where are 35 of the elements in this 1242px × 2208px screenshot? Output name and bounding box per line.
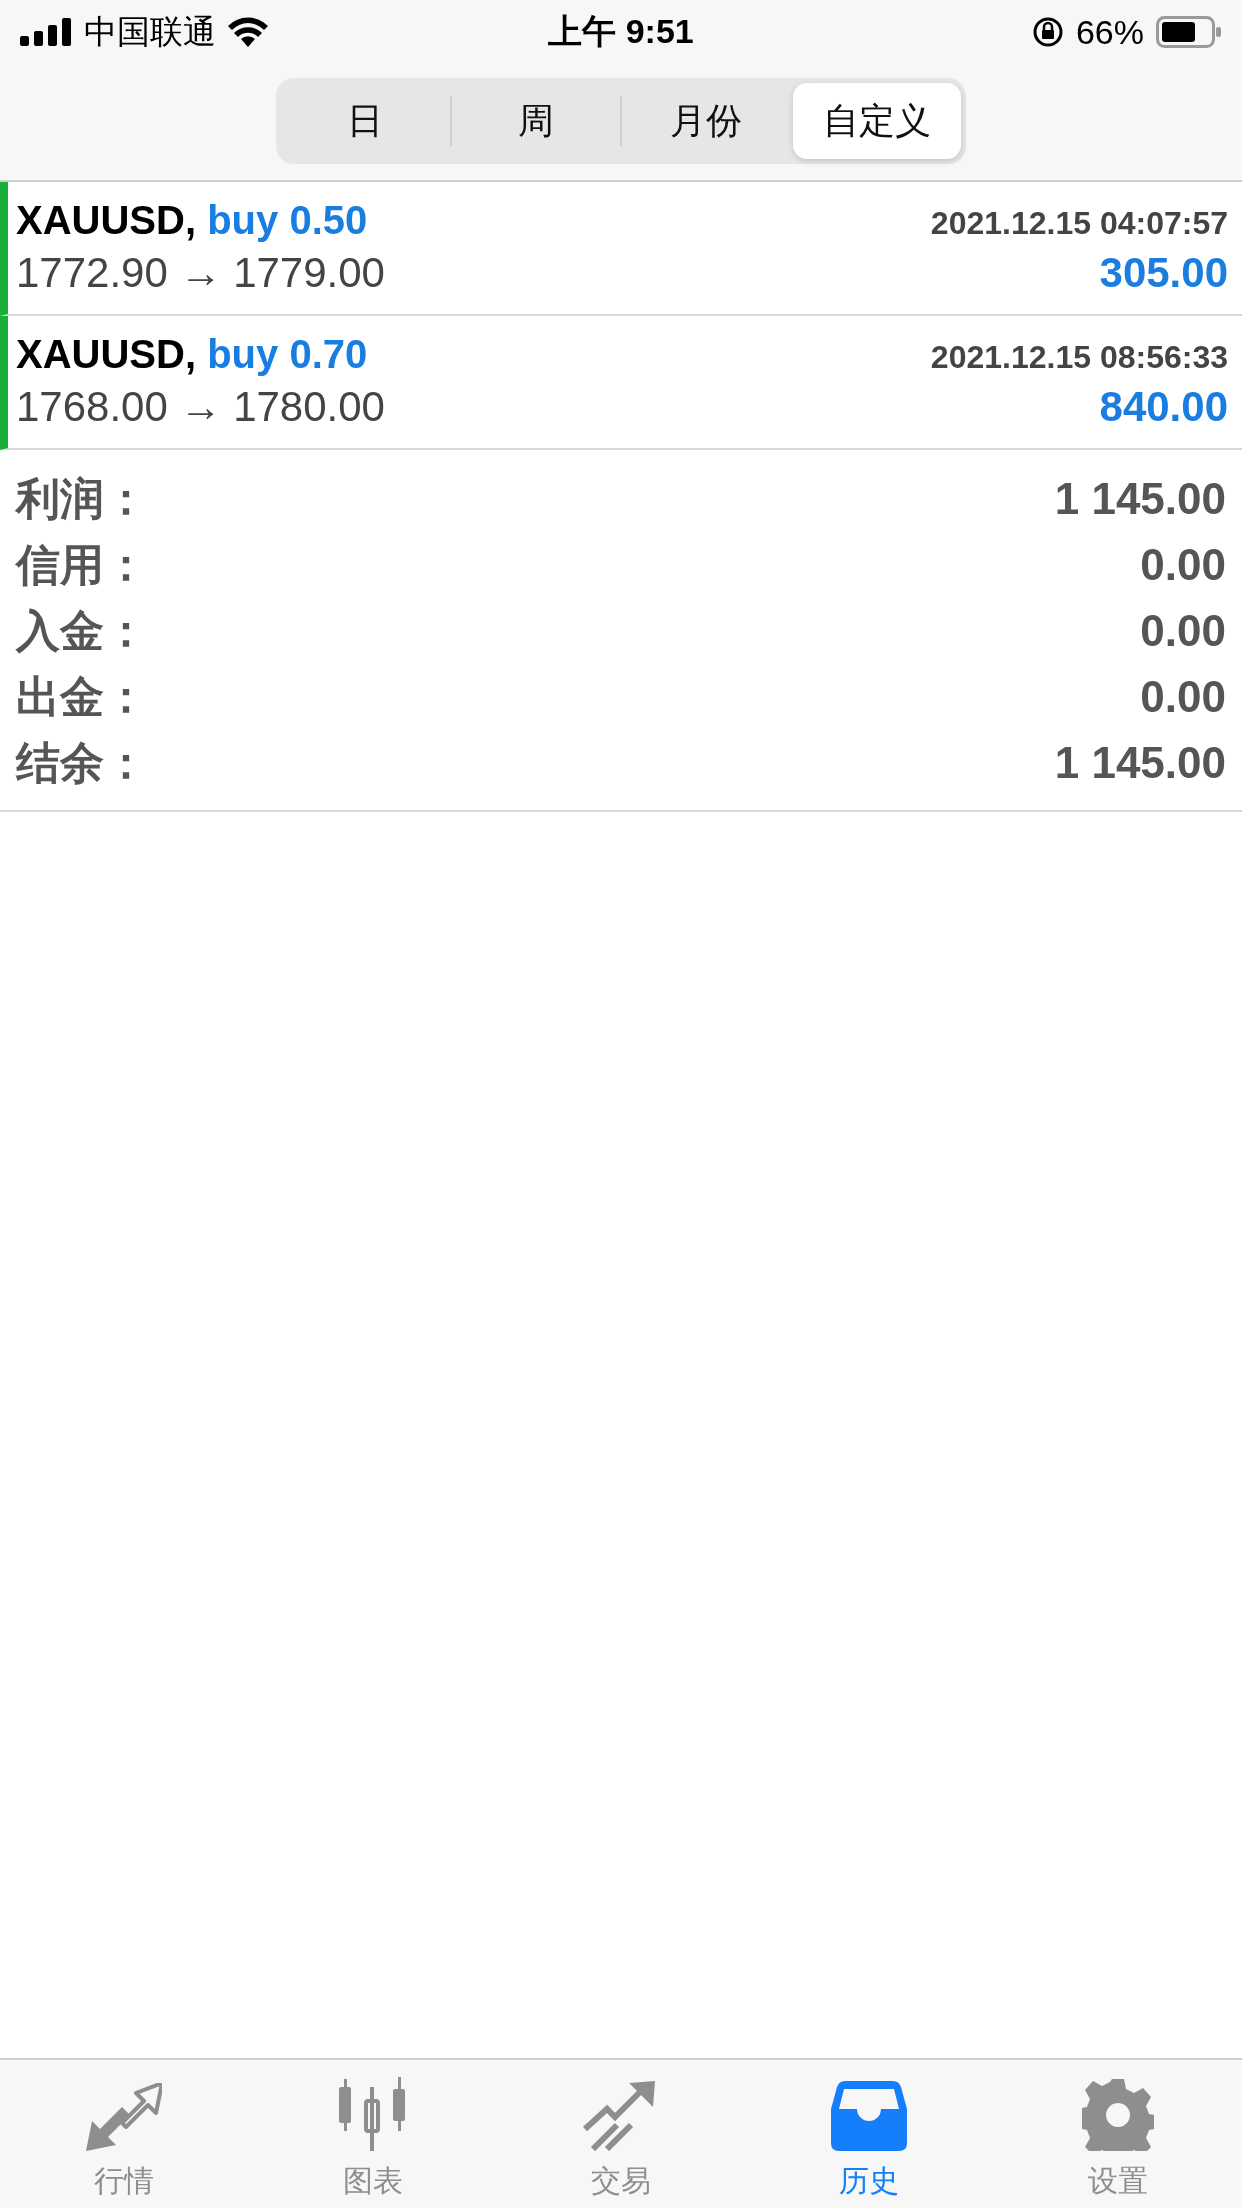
battery-icon (1156, 16, 1222, 48)
clock-time: 上午 9:51 (548, 11, 694, 52)
summary-label: 信用： (16, 538, 148, 591)
gear-icon (1081, 2079, 1154, 2151)
summary-label: 入金： (16, 604, 148, 657)
summary-label: 出金： (16, 670, 148, 723)
summary-value: 0.00 (1140, 606, 1226, 656)
deal-symbol: XAUUSD, buy 0.50 (16, 197, 368, 243)
period-tab[interactable]: 自定义 (792, 83, 961, 159)
period-tab[interactable]: 日 (281, 83, 450, 159)
deal-prices: 1768.00 → 1780.00 (16, 382, 385, 431)
double-arrow-icon (86, 2083, 163, 2151)
wifi-icon (228, 17, 268, 47)
deal-symbol: XAUUSD, buy 0.70 (16, 331, 368, 377)
summary-value: 0.00 (1140, 540, 1226, 590)
summary-value: 0.00 (1140, 672, 1226, 722)
summary-value: 1 145.00 (1054, 738, 1226, 788)
battery-percent: 66% (1075, 12, 1144, 52)
rotation-lock-icon (1031, 16, 1064, 48)
deal-row[interactable]: XAUUSD, buy 0.70 2021.12.15 08:56:33 1768.00 → 1780.00 840.00 (0, 316, 1242, 450)
deal-prices: 1772.90 → 1779.00 (16, 248, 385, 297)
deal-profit: 305.00 (1099, 248, 1228, 297)
summary-value: 1 145.00 (1054, 474, 1226, 524)
period-tab[interactable]: 月份 (622, 83, 791, 159)
deal-time: 2021.12.15 04:07:57 (930, 204, 1228, 242)
signal-icon (20, 18, 72, 46)
deal-time: 2021.12.15 08:56:33 (930, 338, 1228, 376)
period-tab[interactable]: 周 (451, 83, 620, 159)
summary-label: 利润： (16, 472, 148, 525)
summary-label: 结余： (16, 736, 148, 789)
deal-profit: 840.00 (1099, 382, 1228, 431)
carrier-name: 中国联通 (84, 11, 216, 52)
deal-row[interactable]: XAUUSD, buy 0.50 2021.12.15 04:07:57 1772.90 → 1779.00 305.00 (0, 182, 1242, 316)
inbox-icon (831, 2081, 908, 2151)
tab-bar-item[interactable]: 历史 (745, 2060, 994, 2208)
